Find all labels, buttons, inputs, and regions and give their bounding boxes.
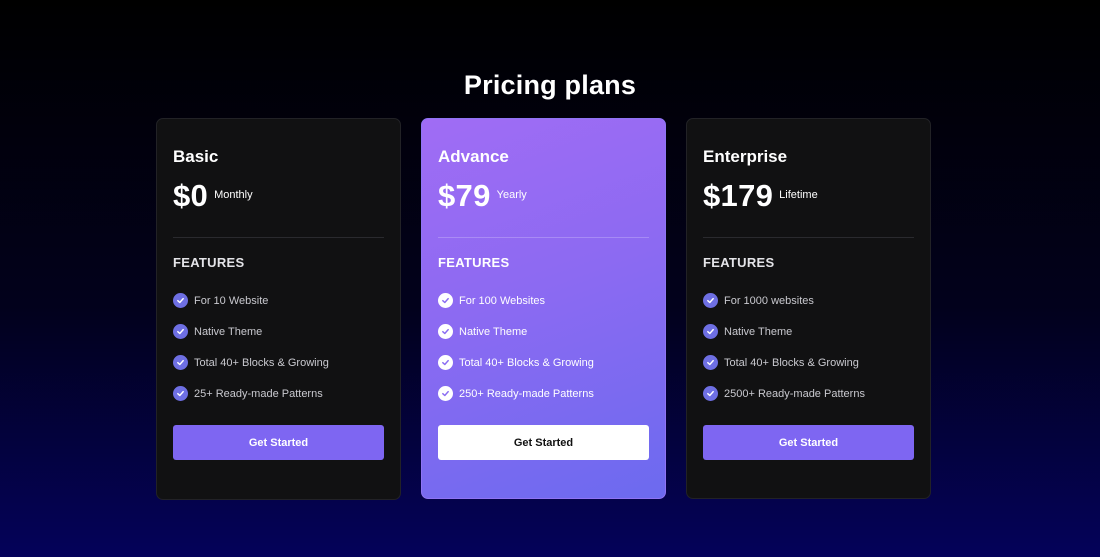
feature-item: Native Theme: [173, 316, 384, 347]
get-started-button-advance[interactable]: Get Started: [438, 425, 649, 460]
check-circle-icon: [438, 355, 453, 370]
plan-name: Enterprise: [703, 147, 788, 166]
divider: [703, 237, 914, 238]
plan-period: Lifetime: [779, 189, 818, 201]
feature-item: Total 40+ Blocks & Growing: [438, 347, 649, 378]
price-row: $0 Monthly: [173, 178, 384, 214]
get-started-button-basic[interactable]: Get Started: [173, 425, 384, 460]
plan-price: $0: [173, 178, 209, 213]
get-started-button-enterprise[interactable]: Get Started: [703, 425, 914, 460]
feature-list: For 10 Website Native Theme Total 40+ Bl…: [173, 285, 384, 409]
feature-label: Native Theme: [724, 325, 793, 338]
check-circle-icon: [173, 293, 188, 308]
feature-list: For 100 Websites Native Theme Total 40+ …: [438, 285, 649, 409]
check-circle-icon: [703, 324, 718, 339]
plan-period: Yearly: [496, 189, 527, 201]
plan-card-advance: Advance $79 Yearly FEATURES For 100 Webs…: [421, 118, 666, 499]
feature-label: Native Theme: [459, 325, 528, 338]
check-circle-icon: [173, 386, 188, 401]
feature-label: Total 40+ Blocks & Growing: [194, 356, 329, 369]
check-circle-icon: [703, 355, 718, 370]
plan-name: Basic: [173, 147, 219, 166]
plan-card-enterprise: Enterprise $179 Lifetime FEATURES For 10…: [686, 118, 931, 499]
feature-label: Native Theme: [194, 325, 263, 338]
feature-item: For 10 Website: [173, 285, 384, 316]
plan-price: $79: [438, 178, 491, 213]
feature-label: Total 40+ Blocks & Growing: [724, 356, 859, 369]
features-heading: FEATURES: [703, 255, 775, 270]
divider: [438, 237, 649, 238]
features-heading: FEATURES: [173, 255, 245, 270]
feature-item: For 1000 websites: [703, 285, 914, 316]
plan-name: Advance: [438, 147, 509, 166]
feature-item: Native Theme: [438, 316, 649, 347]
feature-item: Total 40+ Blocks & Growing: [173, 347, 384, 378]
feature-label: For 10 Website: [194, 294, 269, 307]
feature-label: For 1000 websites: [724, 294, 814, 307]
check-circle-icon: [173, 355, 188, 370]
features-heading: FEATURES: [438, 255, 510, 270]
check-circle-icon: [438, 324, 453, 339]
check-circle-icon: [703, 386, 718, 401]
plan-price: $179: [703, 178, 774, 213]
check-circle-icon: [173, 324, 188, 339]
feature-item: Native Theme: [703, 316, 914, 347]
check-circle-icon: [703, 293, 718, 308]
feature-label: Total 40+ Blocks & Growing: [459, 356, 594, 369]
plan-period: Monthly: [214, 189, 253, 201]
plan-card-basic: Basic $0 Monthly FEATURES For 10 Website…: [156, 118, 401, 500]
feature-label: 2500+ Ready-made Patterns: [724, 387, 865, 400]
price-row: $179 Lifetime: [703, 178, 914, 214]
feature-list: For 1000 websites Native Theme Total 40+…: [703, 285, 914, 409]
feature-item: 2500+ Ready-made Patterns: [703, 378, 914, 409]
divider: [173, 237, 384, 238]
price-row: $79 Yearly: [438, 178, 649, 214]
feature-item: 250+ Ready-made Patterns: [438, 378, 649, 409]
check-circle-icon: [438, 386, 453, 401]
feature-label: For 100 Websites: [459, 294, 546, 307]
feature-label: 250+ Ready-made Patterns: [459, 387, 594, 400]
feature-label: 25+ Ready-made Patterns: [194, 387, 323, 400]
feature-item: 25+ Ready-made Patterns: [173, 378, 384, 409]
check-circle-icon: [438, 293, 453, 308]
page-title: Pricing plans: [463, 70, 637, 101]
feature-item: For 100 Websites: [438, 285, 649, 316]
feature-item: Total 40+ Blocks & Growing: [703, 347, 914, 378]
